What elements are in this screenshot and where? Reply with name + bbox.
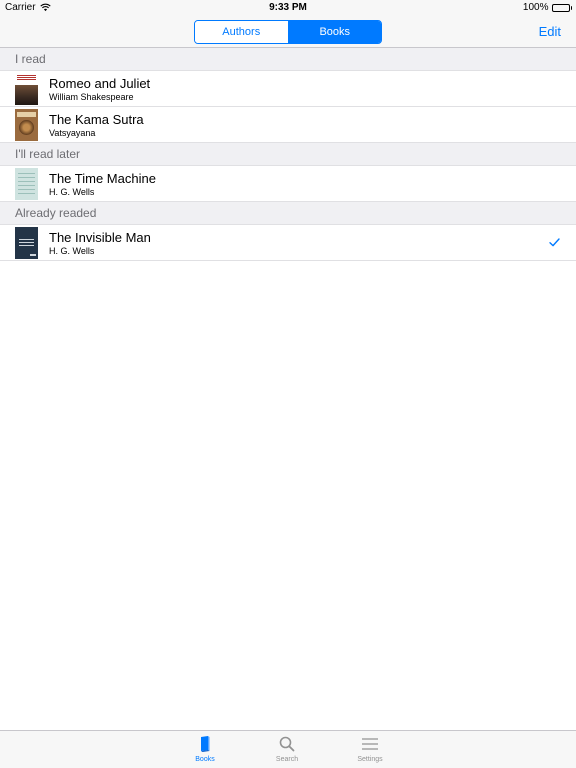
- tab-label: Search: [275, 756, 299, 763]
- menu-lines-icon: [362, 738, 378, 750]
- book-title: The Invisible Man: [49, 230, 151, 245]
- tab-search[interactable]: Search: [257, 735, 317, 767]
- section-header-already-readed: Already readed: [0, 202, 576, 225]
- book-author: H. G. Wells: [49, 246, 95, 256]
- section-header-read-later: I'll read later: [0, 143, 576, 166]
- app-window: Carrier 9:33 PM 100% Authors Books Edit …: [0, 0, 576, 768]
- checkmark-icon: [549, 238, 560, 247]
- books-table: I read Romeo and Juliet William Shakespe…: [0, 48, 576, 261]
- book-cover-thumbnail: [15, 168, 38, 200]
- tab-bar: Books Search Settings: [0, 730, 576, 768]
- edit-button[interactable]: Edit: [539, 24, 561, 39]
- navigation-bar: Authors Books Edit: [0, 16, 576, 48]
- book-row-the-time-machine[interactable]: The Time Machine H. G. Wells: [0, 166, 576, 202]
- section-header-i-read: I read: [0, 48, 576, 71]
- book-cover-thumbnail: [15, 109, 38, 141]
- book-title: The Time Machine: [49, 171, 156, 186]
- book-icon: [201, 736, 210, 752]
- tab-label: Books: [195, 756, 215, 763]
- status-right: 100%: [523, 2, 572, 13]
- book-author: William Shakespeare: [49, 92, 134, 102]
- tab-label: Settings: [357, 756, 383, 763]
- book-row-the-invisible-man[interactable]: The Invisible Man H. G. Wells: [0, 225, 576, 261]
- tab-settings[interactable]: Settings: [340, 735, 400, 767]
- book-title: Romeo and Juliet: [49, 76, 151, 91]
- book-cover-thumbnail: [15, 227, 38, 259]
- book-author: H. G. Wells: [49, 187, 95, 197]
- book-row-romeo-and-juliet[interactable]: Romeo and Juliet William Shakespeare: [0, 71, 576, 107]
- status-bar: Carrier 9:33 PM 100%: [0, 0, 576, 16]
- tab-books[interactable]: Books: [175, 735, 235, 767]
- book-row-the-kama-sutra[interactable]: The Kama Sutra Vatsyayana: [0, 107, 576, 143]
- search-icon: [279, 736, 295, 752]
- book-author: Vatsyayana: [49, 128, 96, 138]
- status-time: 9:33 PM: [269, 2, 307, 13]
- segment-books[interactable]: Books: [287, 21, 381, 43]
- authors-books-segmented-control: Authors Books: [194, 20, 382, 44]
- book-cover-thumbnail: [15, 73, 38, 105]
- segment-authors[interactable]: Authors: [195, 21, 288, 43]
- battery-percent: 100%: [522, 2, 549, 13]
- battery-icon: [551, 3, 572, 12]
- book-title: The Kama Sutra: [49, 112, 144, 127]
